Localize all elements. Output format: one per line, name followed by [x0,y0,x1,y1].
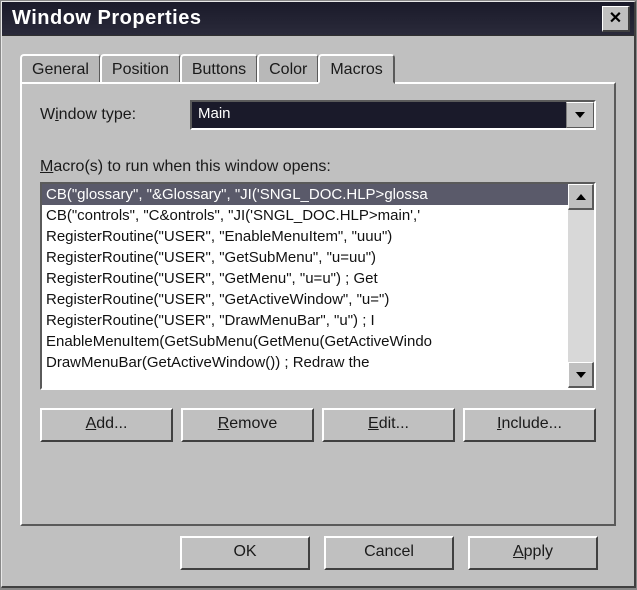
titlebar: Window Properties ✕ [2,2,634,36]
tab-panel-macros: Window type: Main Macro(s) to run when t… [20,82,616,526]
list-item[interactable]: RegisterRoutine("USER", "GetSubMenu", "u… [42,247,568,268]
window-type-value: Main [192,102,566,128]
list-item[interactable]: CB("controls", "C&ontrols", "JI('SNGL_DO… [42,205,568,226]
window: Window Properties ✕ GeneralPositionButto… [1,1,636,588]
cancel-button[interactable]: Cancel [324,536,454,570]
apply-button[interactable]: Apply [468,536,598,570]
macros-list-label: Macro(s) to run when this window opens: [40,158,596,176]
list-item[interactable]: RegisterRoutine("USER", "GetMenu", "u=u"… [42,268,568,289]
add-button[interactable]: Add... [40,408,173,442]
list-item[interactable]: RegisterRoutine("USER", "EnableMenuItem"… [42,226,568,247]
chevron-up-icon [576,194,586,200]
list-item[interactable]: RegisterRoutine("USER", "GetActiveWindow… [42,289,568,310]
tab-buttons[interactable]: Buttons [180,54,258,82]
scrollbar[interactable] [568,184,594,388]
list-item[interactable]: RegisterRoutine("USER", "DrawMenuBar", "… [42,310,568,331]
tab-macros[interactable]: Macros [318,54,394,84]
window-type-field: Window type: Main [40,100,596,130]
scroll-down-button[interactable] [568,362,594,388]
list-item[interactable]: EnableMenuItem(GetSubMenu(GetMenu(GetAct… [42,331,568,352]
list-item[interactable]: DrawMenuBar(GetActiveWindow()) ; Redraw … [42,352,568,373]
ok-button[interactable]: OK [180,536,310,570]
action-row: Add... Remove Edit... Include... [40,408,596,442]
chevron-down-icon [576,372,586,378]
titlebar-title: Window Properties [12,7,201,30]
edit-button[interactable]: Edit... [322,408,455,442]
combobox-dropdown-button[interactable] [566,102,594,128]
list-item[interactable]: CB("glossary", "&Glossary", "JI('SNGL_DO… [42,184,568,205]
footer: OK Cancel Apply [20,526,616,576]
scroll-track[interactable] [568,210,594,362]
chevron-down-icon [575,112,585,118]
include-button[interactable]: Include... [463,408,596,442]
tab-position[interactable]: Position [100,54,181,82]
tab-row: GeneralPositionButtonsColorMacros [20,46,616,82]
macros-listbox[interactable]: CB("glossary", "&Glossary", "JI('SNGL_DO… [42,184,568,388]
window-type-combobox[interactable]: Main [190,100,596,130]
close-icon: ✕ [609,8,622,28]
macros-listbox-wrap: CB("glossary", "&Glossary", "JI('SNGL_DO… [40,182,596,390]
content-area: GeneralPositionButtonsColorMacros Window… [2,36,634,586]
tab-general[interactable]: General [20,54,101,82]
window-type-label: Window type: [40,106,190,124]
tab-color[interactable]: Color [257,54,319,82]
scroll-up-button[interactable] [568,184,594,210]
remove-button[interactable]: Remove [181,408,314,442]
close-button[interactable]: ✕ [602,6,630,32]
